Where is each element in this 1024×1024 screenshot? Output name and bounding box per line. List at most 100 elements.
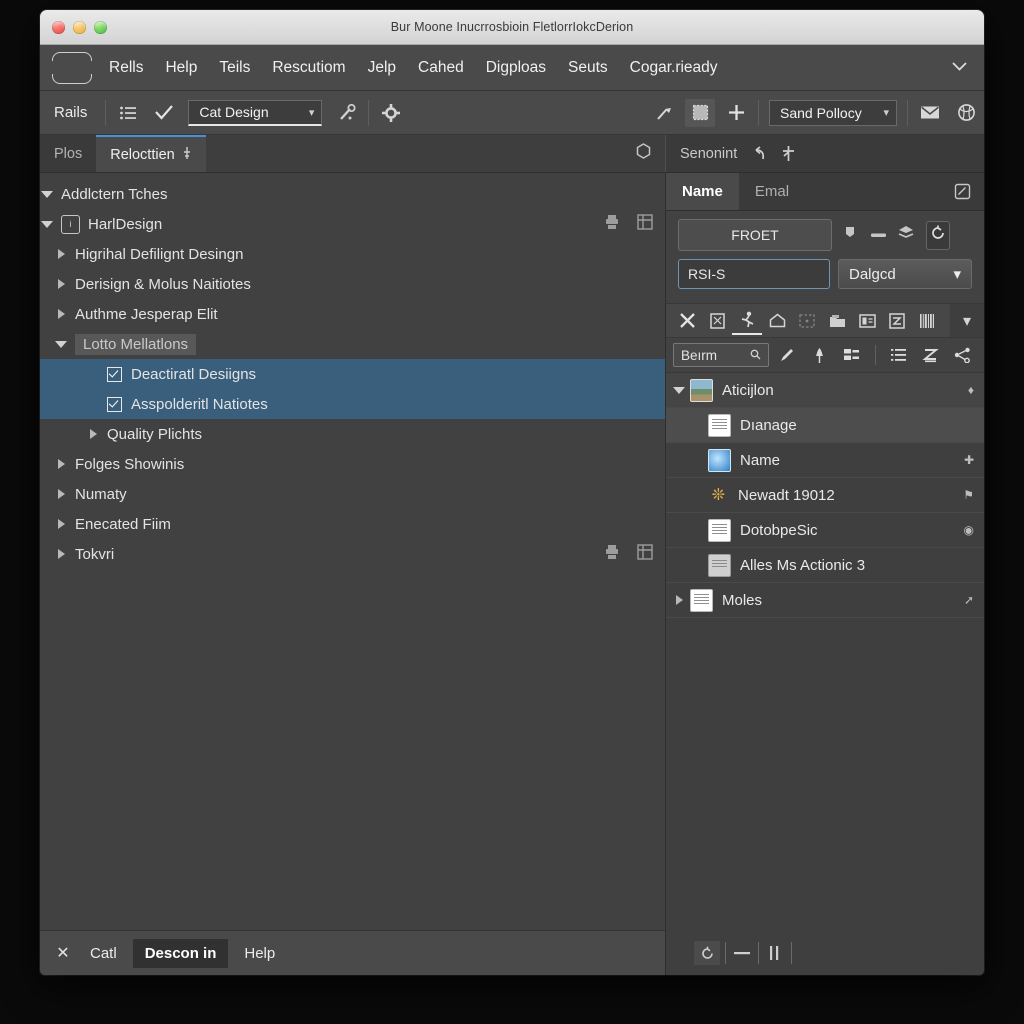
refresh-icon[interactable] xyxy=(926,220,950,250)
beirm-search-input[interactable]: Beırm xyxy=(673,343,769,367)
checkbox-checked-icon[interactable] xyxy=(107,366,122,382)
layout-icon[interactable] xyxy=(837,342,865,368)
twisty-closed-icon[interactable] xyxy=(54,487,68,501)
undo-icon[interactable] xyxy=(750,145,767,162)
minimize-window-button[interactable] xyxy=(73,20,86,34)
tree-row[interactable]: Addlctern Tches xyxy=(40,179,665,209)
tree-row[interactable]: Asspolderitl Natiotes xyxy=(40,389,665,419)
tree-row[interactable]: Higrihal Defilignt Desingn xyxy=(40,239,665,269)
list-icon[interactable] xyxy=(113,99,143,127)
maximize-window-button[interactable] xyxy=(94,20,107,34)
checkbox-checked-icon[interactable] xyxy=(107,396,122,412)
edit-square-icon[interactable] xyxy=(954,173,984,210)
twisty-open-icon[interactable] xyxy=(40,187,54,201)
tree-row[interactable]: Deactiratl Desiigns xyxy=(40,359,665,389)
menu-item-4[interactable]: Jelp xyxy=(357,53,407,83)
id-card-icon[interactable] xyxy=(852,308,882,334)
descon-in-button[interactable]: Descon in xyxy=(132,938,229,968)
print-icon[interactable] xyxy=(605,544,619,564)
twisty-closed-icon[interactable] xyxy=(672,593,686,607)
right-item-list[interactable]: Aticijlon ♦ Dıanage Name ✚ ❊ Newadt 19012 ⚑ Doto… xyxy=(666,373,984,931)
tab-relocttien[interactable]: Relocttien xyxy=(96,135,206,172)
minus-icon[interactable] xyxy=(731,941,753,965)
tree-row[interactable]: Enecated Fiim xyxy=(40,509,665,539)
tree-row[interactable]: HarlDesign xyxy=(40,209,665,239)
menu-item-0[interactable]: Rells xyxy=(98,53,154,83)
menu-item-8[interactable]: Cogar.rieady xyxy=(619,53,729,83)
list-item[interactable]: Moles ➚ xyxy=(666,583,984,618)
pin-icon[interactable] xyxy=(805,342,833,368)
list-item[interactable]: ❊ Newadt 19012 ⚑ xyxy=(666,478,984,513)
eye-icon[interactable]: ◉ xyxy=(964,523,974,537)
link-icon[interactable]: ➚ xyxy=(964,593,974,607)
twisty-open-icon[interactable] xyxy=(672,383,686,397)
refresh-icon[interactable] xyxy=(694,941,720,965)
tag-icon[interactable] xyxy=(844,225,859,245)
list-item[interactable]: Dıanage xyxy=(666,408,984,443)
save-icon[interactable] xyxy=(882,308,912,334)
clipboard-icon[interactable] xyxy=(702,308,732,334)
hexagon-icon[interactable] xyxy=(636,143,651,164)
dashed-box-icon[interactable] xyxy=(792,308,822,334)
window-controls[interactable] xyxy=(40,20,107,34)
twisty-closed-icon[interactable] xyxy=(54,457,68,471)
minus-icon[interactable] xyxy=(870,226,887,244)
tree-row[interactable]: Folges Showinis xyxy=(40,449,665,479)
twisty-closed-icon[interactable] xyxy=(86,427,100,441)
twisty-open-icon[interactable] xyxy=(54,337,68,351)
icon-toolbar-overflow[interactable]: ▾ xyxy=(950,304,984,337)
tree-row[interactable]: Derisign & Molus Naitiotes xyxy=(40,269,665,299)
tree-row[interactable]: Quality Plichts xyxy=(40,419,665,449)
menu-item-7[interactable]: Seuts xyxy=(557,53,619,83)
columns-icon[interactable] xyxy=(764,941,786,965)
help-button[interactable]: Help xyxy=(232,939,287,968)
mail-icon[interactable] xyxy=(915,99,945,127)
policy-combo[interactable]: Sand Pollocy ▾ xyxy=(769,99,897,126)
twisty-closed-icon[interactable] xyxy=(54,277,68,291)
pin-icon[interactable]: ✚ xyxy=(964,453,974,467)
sort-z-icon[interactable] xyxy=(917,342,945,368)
list-item[interactable]: DotobpeSic ◉ xyxy=(666,513,984,548)
dalgcd-select[interactable]: Dalgcd ▾ xyxy=(838,259,972,289)
brush-icon[interactable] xyxy=(649,99,679,127)
barcode-icon[interactable] xyxy=(912,308,942,334)
branch-icon[interactable] xyxy=(780,145,797,162)
tree-row[interactable]: Numaty xyxy=(40,479,665,509)
project-tree[interactable]: Addlctern Tches HarlDesign Higrihal Defili… xyxy=(40,173,665,930)
twisty-open-icon[interactable] xyxy=(40,217,54,231)
close-x-icon[interactable] xyxy=(672,308,702,334)
stamp-icon[interactable] xyxy=(685,98,715,127)
grid-icon[interactable] xyxy=(637,544,653,564)
senonint-label[interactable]: Senonint xyxy=(680,146,737,162)
folder-icon[interactable] xyxy=(822,308,852,334)
menu-item-3[interactable]: Rescutiom xyxy=(261,53,356,83)
menu-item-2[interactable]: Teils xyxy=(208,53,261,83)
pencil-icon[interactable] xyxy=(773,342,801,368)
froet-button[interactable]: FROET xyxy=(678,219,832,251)
check-icon[interactable] xyxy=(149,99,179,127)
tree-row[interactable]: Authme Jesperap Elit xyxy=(40,299,665,329)
menu-item-1[interactable]: Help xyxy=(154,53,208,83)
list-item[interactable]: Name ✚ xyxy=(666,443,984,478)
person-run-icon[interactable] xyxy=(732,307,762,335)
twisty-closed-icon[interactable] xyxy=(54,307,68,321)
drop-icon[interactable]: ♦ xyxy=(968,383,974,397)
print-icon[interactable] xyxy=(605,214,619,234)
node-link-icon[interactable] xyxy=(949,342,977,368)
menu-item-6[interactable]: Digploas xyxy=(475,53,557,83)
layers-icon[interactable] xyxy=(898,225,915,245)
tree-row[interactable]: Tokvri xyxy=(40,539,665,569)
twisty-closed-icon[interactable] xyxy=(54,517,68,531)
chevron-down-icon[interactable] xyxy=(951,60,968,75)
catl-button[interactable]: Catl xyxy=(78,939,129,968)
home-icon[interactable] xyxy=(762,308,792,334)
plus-icon[interactable] xyxy=(721,99,751,127)
gear-icon[interactable] xyxy=(376,99,406,127)
tree-row[interactable]: Lotto Mellatlons xyxy=(40,329,665,359)
flag-icon[interactable]: ⚑ xyxy=(963,488,974,502)
wand-icon[interactable] xyxy=(331,99,361,127)
menu-item-5[interactable]: Cahed xyxy=(407,53,475,83)
tab-plos[interactable]: Plos xyxy=(40,135,96,172)
globe-icon[interactable] xyxy=(951,99,981,127)
close-window-button[interactable] xyxy=(52,20,65,34)
